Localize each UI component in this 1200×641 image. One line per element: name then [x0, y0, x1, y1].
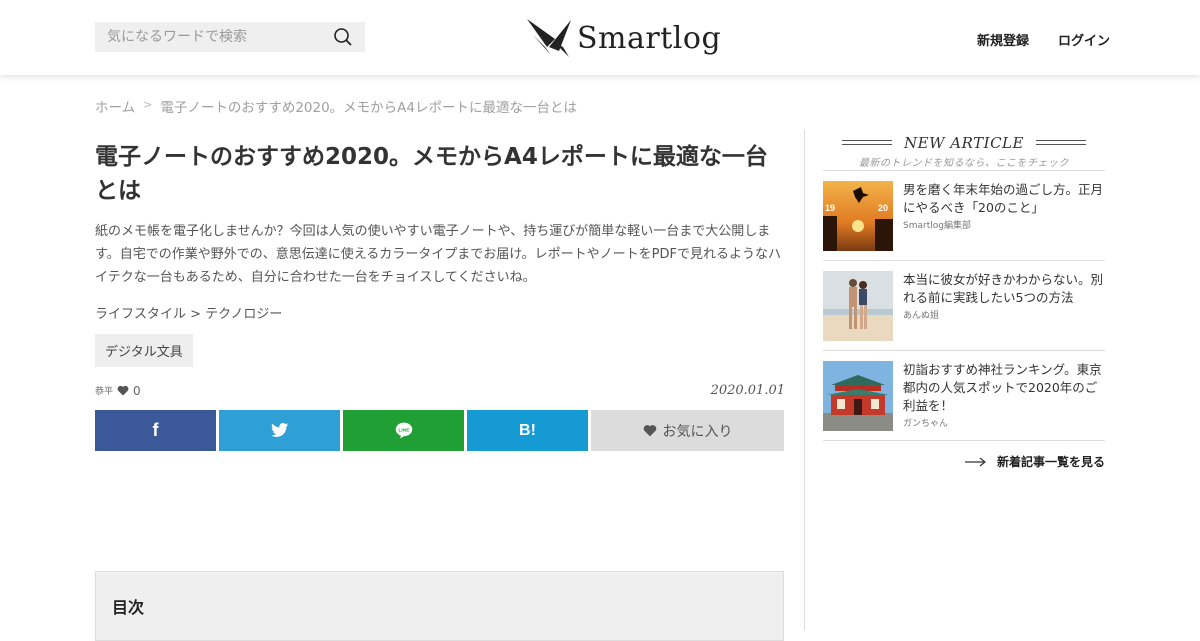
svg-text:LINE: LINE — [398, 428, 410, 434]
list-item[interactable]: 初詣おすすめ神社ランキング。東京都内の人気スポットで2020年のご利益を！ ガン… — [823, 351, 1105, 441]
share-bar: f LINE B! お気に入り — [95, 410, 784, 451]
article-author: ガンちゃん — [903, 419, 949, 429]
list-item[interactable]: 19 20 男を磨く年末年始の過ごし方。正月にやるべき「20のこと」 Smart… — [823, 171, 1105, 261]
article-description: 紙のメモ帳を電子化しませんか？今回は人気の使いやすい電子ノートや、持ち運びが簡単… — [95, 224, 781, 285]
twitter-bird-icon — [270, 423, 288, 437]
heart-icon — [643, 425, 656, 437]
article-category[interactable]: ライフスタイル > テクノロジー — [95, 303, 785, 322]
site-logo[interactable]: Smartlog — [525, 13, 721, 63]
shrine-thumbnail[interactable] — [823, 361, 893, 431]
sidebar-heading-en: NEW ARTICLE — [904, 133, 1024, 152]
breadcrumb-home[interactable]: ホーム — [95, 96, 135, 116]
bird-logo-icon — [527, 19, 571, 57]
article-title[interactable]: 男を磨く年末年始の過ごし方。正月にやるべき「20のこと」 — [903, 181, 1105, 217]
favorite-label: お気に入り — [662, 423, 733, 440]
favorite-button[interactable]: お気に入り — [591, 410, 784, 451]
search-input[interactable] — [107, 29, 333, 45]
more-articles-label[interactable]: 新着記事一覧を見る — [997, 453, 1105, 470]
hatena-icon: B! — [519, 421, 536, 439]
article-author: Smartlog編集部 — [903, 221, 971, 231]
hatena-bookmark-button[interactable]: B! — [467, 410, 588, 451]
sidebar-heading: NEW ARTICLE 最新のトレンドを知るなら、ここをチェック — [823, 130, 1105, 170]
breadcrumb: ホーム > 電子ノートのおすすめ2020。メモからA4レポートに最適な一台とは — [95, 96, 577, 116]
register-link[interactable]: 新規登録 — [977, 30, 1029, 49]
toc-title: 目次 — [112, 598, 145, 617]
article-title: 電子ノートのおすすめ2020。メモからA4レポートに最適な一台とは — [95, 144, 768, 204]
breadcrumb-separator: > — [143, 98, 153, 111]
svg-text:19: 19 — [825, 203, 835, 213]
twitter-share-button[interactable] — [219, 410, 340, 451]
article-meta: 恭平 0 2020.01.01 — [95, 383, 785, 398]
article-header: 電子ノートのおすすめ2020。メモからA4レポートに最適な一台とは 紙のメモ帳を… — [95, 140, 785, 398]
search-box[interactable] — [95, 22, 365, 52]
sunset-2020-thumbnail[interactable]: 19 20 — [823, 181, 893, 251]
table-of-contents: 目次 — [95, 571, 784, 641]
article-title[interactable]: 本当に彼女が好きかわからない。別れる前に実践したい5つの方法 — [903, 271, 1105, 307]
publish-date: 2020.01.01 — [710, 383, 785, 398]
logo-text: Smartlog — [577, 20, 722, 56]
arrow-right-icon — [964, 457, 986, 466]
line-icon: LINE — [395, 422, 412, 439]
sidebar-heading-jp: 最新のトレンドを知るなら、ここをチェック — [859, 157, 1069, 169]
line-share-button[interactable]: LINE — [343, 410, 464, 451]
couple-beach-thumbnail[interactable] — [823, 271, 893, 341]
new-article-list: 19 20 男を磨く年末年始の過ごし方。正月にやるべき「20のこと」 Smart… — [823, 170, 1105, 441]
more-articles-link[interactable]: 新着記事一覧を見る — [823, 453, 1105, 470]
site-header: Smartlog 新規登録 ログイン — [0, 0, 1200, 75]
sidebar: NEW ARTICLE 最新のトレンドを知るなら、ここをチェック 19 20 男… — [823, 130, 1105, 470]
svg-text:20: 20 — [878, 203, 888, 213]
breadcrumb-current: 電子ノートのおすすめ2020。メモからA4レポートに最適な一台とは — [160, 100, 578, 116]
article-title[interactable]: 初詣おすすめ神社ランキング。東京都内の人気スポットで2020年のご利益を！ — [903, 361, 1105, 415]
column-divider — [804, 130, 805, 630]
search-icon[interactable] — [333, 27, 353, 47]
facebook-icon: f — [152, 420, 159, 440]
list-item[interactable]: 本当に彼女が好きかわからない。別れる前に実践したい5つの方法 あんぬ姐 — [823, 261, 1105, 351]
heart-icon — [117, 385, 129, 396]
heading-rule-left — [842, 140, 893, 145]
facebook-share-button[interactable]: f — [95, 410, 216, 451]
heading-rule-right — [1035, 140, 1086, 145]
like-counter: 恭平 0 — [95, 384, 141, 398]
article-tag[interactable]: デジタル文具 — [95, 334, 193, 367]
like-count: 0 — [133, 383, 141, 398]
login-link[interactable]: ログイン — [1058, 30, 1110, 49]
author-name[interactable]: 恭平 — [95, 384, 113, 397]
article-author: あんぬ姐 — [903, 311, 940, 321]
